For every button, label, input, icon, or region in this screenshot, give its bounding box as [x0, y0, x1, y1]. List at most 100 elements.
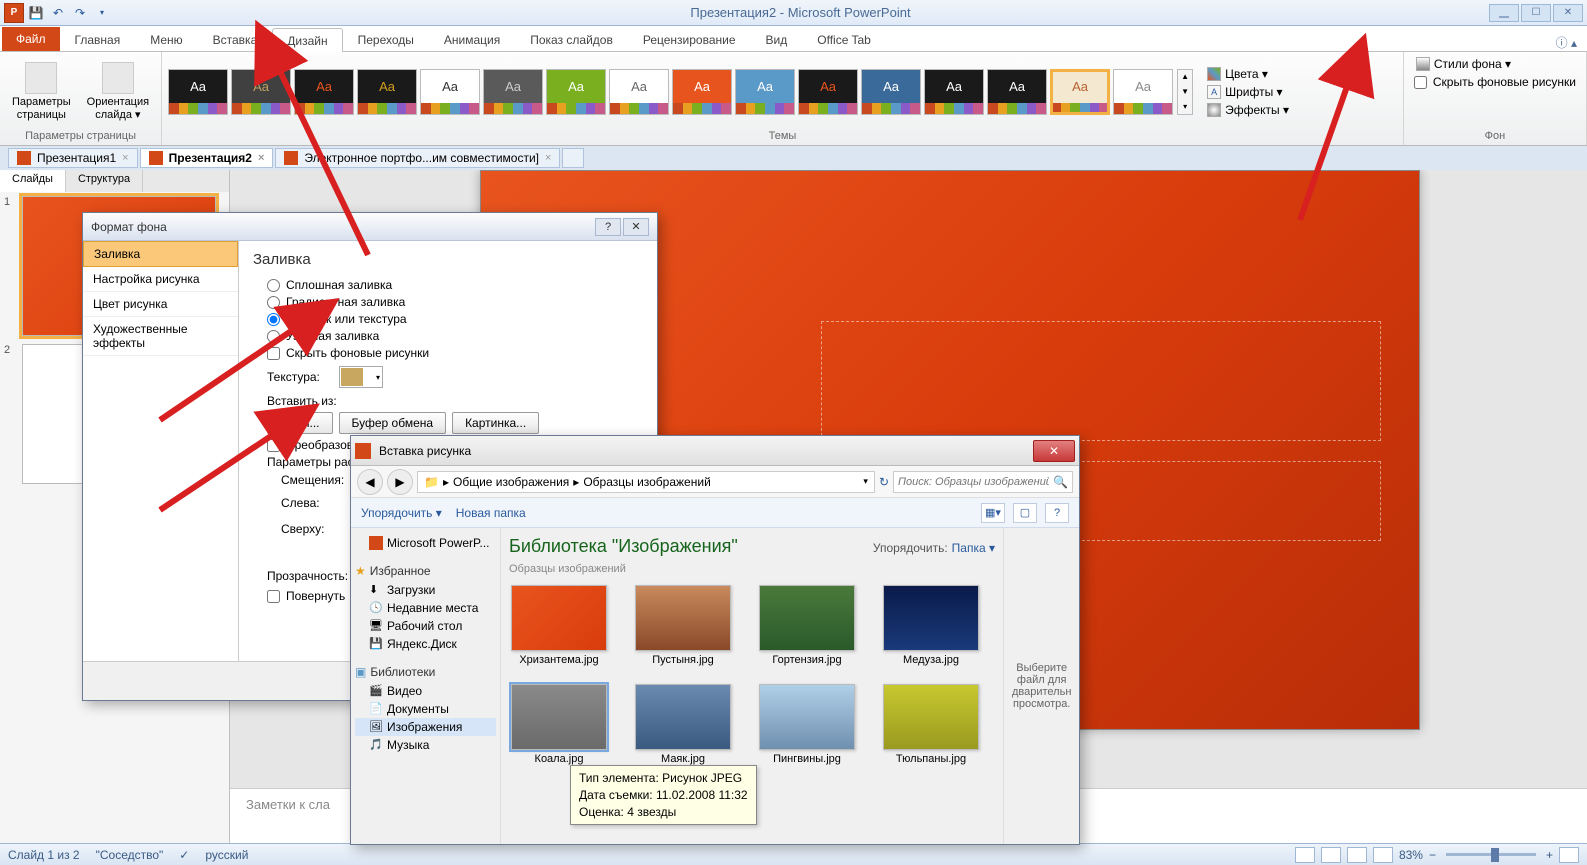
dialog-titlebar[interactable]: Формат фона ? ✕	[83, 213, 657, 241]
ribbon-tab[interactable]: Анимация	[429, 27, 515, 51]
forward-button[interactable]: ▶	[387, 469, 413, 495]
dialog-nav-item[interactable]: Настройка рисунка	[83, 267, 238, 292]
dialog-close-button[interactable]: ✕	[623, 218, 649, 236]
effects-button[interactable]: Эффекты ▾	[1205, 102, 1291, 118]
document-tab[interactable]: Презентация1×	[8, 148, 138, 168]
tree-item[interactable]: 🕓Недавние места	[355, 599, 496, 617]
file-thumbnail[interactable]: Маяк.jpg	[633, 684, 733, 765]
theme-thumbnail[interactable]: Aa	[168, 69, 228, 115]
theme-thumbnail[interactable]: Aa	[231, 69, 291, 115]
undo-icon[interactable]: ↶	[48, 3, 68, 23]
close-button[interactable]: ✕	[1553, 4, 1583, 22]
theme-thumbnail[interactable]: Aa	[861, 69, 921, 115]
ribbon-tab[interactable]: Меню	[135, 27, 197, 51]
qat-customize-icon[interactable]: ▾	[92, 3, 112, 23]
theme-thumbnail[interactable]: Aa	[672, 69, 732, 115]
theme-thumbnail[interactable]: Aa	[1113, 69, 1173, 115]
document-tab[interactable]: Презентация2×	[140, 148, 274, 168]
gallery-up-icon[interactable]: ▲	[1178, 70, 1192, 85]
back-button[interactable]: ◀	[357, 469, 383, 495]
ribbon-tab[interactable]: Главная	[60, 27, 136, 51]
ribbon-tab[interactable]: Вид	[751, 27, 803, 51]
tree-item[interactable]: 📄Документы	[355, 700, 496, 718]
refresh-icon[interactable]: ↻	[879, 475, 889, 489]
language-indicator[interactable]: русский	[205, 848, 248, 862]
ribbon-tab[interactable]: Рецензирование	[628, 27, 751, 51]
page-setup-button[interactable]: Параметры страницы	[6, 60, 77, 122]
theme-thumbnail[interactable]: Aa	[357, 69, 417, 115]
help-button[interactable]: ?	[1045, 503, 1069, 523]
fill-radio[interactable]: Сплошная заливка	[267, 278, 643, 292]
slideshow-view-button[interactable]	[1373, 847, 1393, 863]
fonts-button[interactable]: AШрифты ▾	[1205, 84, 1291, 100]
fill-radio[interactable]: Узорная заливка	[267, 329, 643, 343]
search-input[interactable]	[898, 476, 1049, 488]
theme-thumbnail[interactable]: Aa	[987, 69, 1047, 115]
file-thumbnail[interactable]: Хризантема.jpg	[509, 585, 609, 666]
theme-thumbnail[interactable]: Aa	[609, 69, 669, 115]
ribbon-tab[interactable]: Дизайн	[272, 28, 342, 52]
ribbon-help-icon[interactable]: ⓘ ▴	[1556, 34, 1587, 51]
file-tab[interactable]: Файл	[2, 27, 60, 51]
tree-item[interactable]: 💾Яндекс.Диск	[355, 635, 496, 653]
ribbon-tab[interactable]: Вставка	[198, 27, 273, 51]
gallery-more-icon[interactable]: ▾	[1178, 99, 1192, 114]
file-thumbnail[interactable]: Пустыня.jpg	[633, 585, 733, 666]
theme-thumbnail[interactable]: Aa	[546, 69, 606, 115]
file-thumbnail[interactable]: Гортензия.jpg	[757, 585, 857, 666]
ribbon-tab[interactable]: Office Tab	[802, 27, 886, 51]
dialog-nav-item[interactable]: Цвет рисунка	[83, 292, 238, 317]
tab-close-icon[interactable]: ×	[122, 152, 128, 164]
theme-thumbnail[interactable]: Aa	[483, 69, 543, 115]
sorter-view-button[interactable]	[1321, 847, 1341, 863]
arrange-dropdown[interactable]: Папка ▾	[952, 541, 995, 555]
colors-button[interactable]: Цвета ▾	[1205, 66, 1291, 82]
tree-item[interactable]: 🖼Изображения	[355, 718, 496, 736]
gallery-down-icon[interactable]: ▼	[1178, 84, 1192, 99]
maximize-button[interactable]: ☐	[1521, 4, 1551, 22]
title-placeholder[interactable]	[821, 321, 1381, 441]
hide-bg-checkbox[interactable]: Скрыть фоновые рисунки	[267, 346, 643, 360]
hide-bg-graphics-checkbox[interactable]: Скрыть фоновые рисунки	[1414, 75, 1576, 89]
theme-thumbnail[interactable]: Aa	[924, 69, 984, 115]
view-button[interactable]: ▦▾	[981, 503, 1005, 523]
file-dialog-titlebar[interactable]: Вставка рисунка ✕	[351, 436, 1079, 466]
from-clipboard-button[interactable]: Буфер обмена	[339, 412, 447, 434]
search-box[interactable]: 🔍	[893, 471, 1073, 493]
reading-view-button[interactable]	[1347, 847, 1367, 863]
tree-item[interactable]: 🎵Музыка	[355, 736, 496, 754]
dialog-nav-item[interactable]: Художественные эффекты	[83, 317, 238, 356]
file-thumbnail[interactable]: Тюльпаны.jpg	[881, 684, 981, 765]
file-thumbnail[interactable]: Пингвины.jpg	[757, 684, 857, 765]
ribbon-tab[interactable]: Переходы	[343, 27, 429, 51]
new-folder-button[interactable]: Новая папка	[456, 506, 526, 520]
theme-thumbnail[interactable]: Aa	[294, 69, 354, 115]
fit-button[interactable]	[1559, 847, 1579, 863]
fill-radio[interactable]: Рисунок или текстура	[267, 312, 643, 326]
zoom-slider[interactable]	[1446, 853, 1536, 856]
ribbon-tab[interactable]: Показ слайдов	[515, 27, 628, 51]
panel-tab[interactable]: Структура	[66, 170, 143, 192]
minimize-button[interactable]: ⎽	[1489, 4, 1519, 22]
panel-tab[interactable]: Слайды	[0, 170, 66, 192]
dialog-nav-item[interactable]: Заливка	[83, 241, 238, 267]
save-icon[interactable]: 💾	[26, 3, 46, 23]
theme-thumbnail[interactable]: Aa	[735, 69, 795, 115]
tree-item[interactable]: ⬇Загрузки	[355, 581, 496, 599]
zoom-in-button[interactable]: +	[1546, 848, 1553, 862]
document-tab[interactable]: Электронное портфо...им совместимости]×	[275, 148, 560, 168]
fill-radio[interactable]: Градиентная заливка	[267, 295, 643, 309]
file-thumbnail[interactable]: Медуза.jpg	[881, 585, 981, 666]
preview-pane-button[interactable]: ▢	[1013, 503, 1037, 523]
tree-section[interactable]: ★Избранное	[355, 564, 496, 578]
from-clipart-button[interactable]: Картинка...	[452, 412, 539, 434]
zoom-out-button[interactable]: −	[1429, 848, 1436, 862]
spellcheck-icon[interactable]: ✓	[179, 848, 189, 862]
breadcrumb[interactable]: 📁 ▸Общие изображения▸Образцы изображений…	[417, 471, 875, 493]
tree-item[interactable]: 🎬Видео	[355, 682, 496, 700]
tab-close-icon[interactable]: ×	[545, 152, 551, 164]
theme-thumbnail[interactable]: Aa	[420, 69, 480, 115]
file-thumbnail[interactable]: Коала.jpg	[509, 684, 609, 765]
tree-item[interactable]: 🖥Рабочий стол	[355, 617, 496, 635]
file-dialog-close-button[interactable]: ✕	[1033, 440, 1075, 462]
